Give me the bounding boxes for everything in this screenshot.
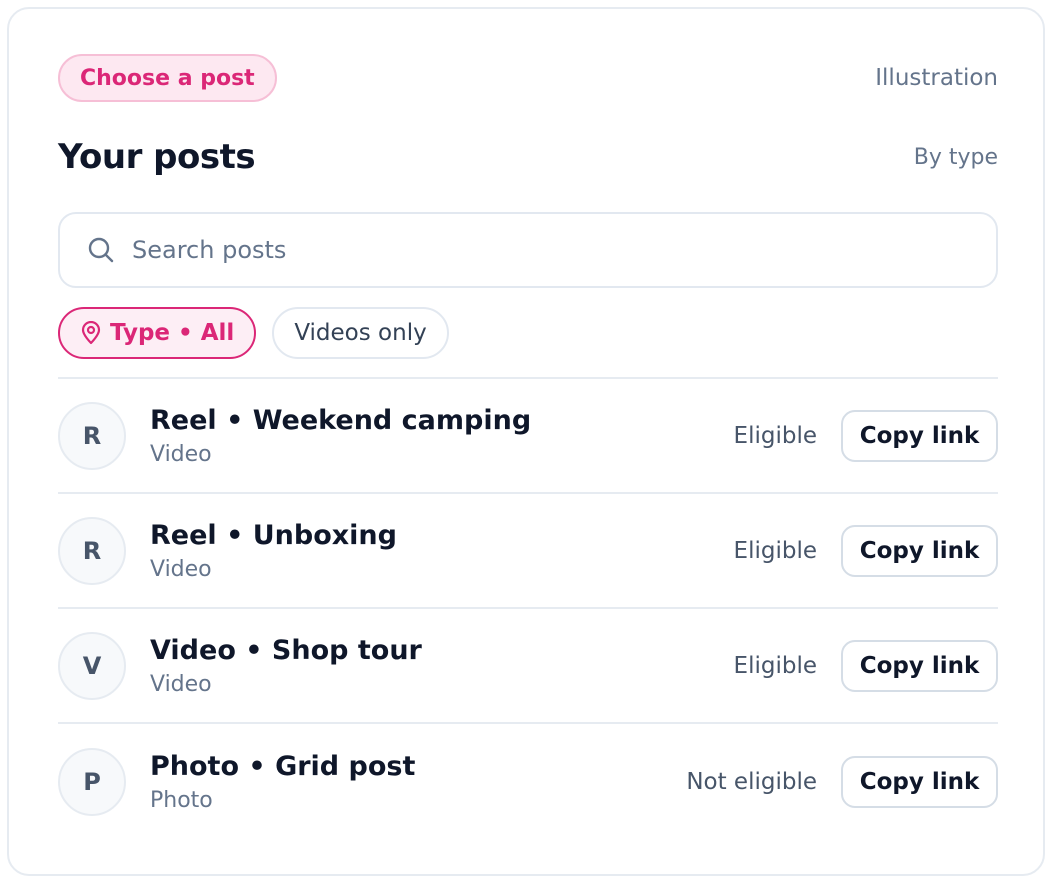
post-title: Reel • Unboxing	[150, 519, 397, 551]
post-list: R Reel • Weekend camping Video Eligible …	[58, 377, 998, 839]
copy-link-button[interactable]: Copy link	[841, 639, 998, 692]
page-title: Your posts	[58, 137, 256, 177]
avatar: R	[58, 516, 126, 585]
pin-icon	[80, 321, 102, 345]
copy-link-button[interactable]: Copy link	[841, 755, 998, 808]
post-type: Video	[150, 671, 212, 697]
post-info: Photo • Grid post Photo	[150, 751, 686, 813]
choose-post-badge: Choose a post	[58, 54, 277, 102]
avatar: R	[58, 401, 126, 470]
avatar: V	[58, 631, 126, 700]
search-box[interactable]	[58, 212, 998, 288]
eligibility-status: Not eligible	[686, 768, 817, 795]
post-type: Video	[150, 556, 212, 582]
post-info: Video • Shop tour Video	[150, 635, 734, 697]
post-title: Video • Shop tour	[150, 634, 422, 666]
filter-chip-label: Videos only	[294, 320, 427, 346]
search-icon	[86, 235, 116, 265]
eligibility-status: Eligible	[733, 422, 817, 449]
eligibility-status: Eligible	[733, 537, 817, 564]
copy-link-button[interactable]: Copy link	[841, 409, 998, 462]
card-header-row: Choose a post Illustration	[58, 53, 998, 103]
filter-chip-videos-only[interactable]: Videos only	[272, 307, 449, 359]
post-info: Reel • Weekend camping Video	[150, 405, 734, 467]
copy-link-button[interactable]: Copy link	[841, 524, 998, 577]
illustration-label: Illustration	[875, 65, 998, 91]
post-picker-card: Choose a post Illustration Your posts By…	[7, 7, 1045, 876]
filter-chip-type-all[interactable]: Type • All	[58, 307, 257, 359]
post-type: Video	[150, 441, 212, 467]
eligibility-status: Eligible	[733, 652, 817, 679]
post-title: Photo • Grid post	[150, 750, 416, 782]
post-row: R Reel • Unboxing Video Eligible Copy li…	[58, 494, 998, 609]
post-info: Reel • Unboxing Video	[150, 520, 734, 582]
search-input[interactable]	[132, 236, 912, 264]
post-row: V Video • Shop tour Video Eligible Copy …	[58, 609, 998, 724]
post-type: Photo	[150, 787, 213, 813]
avatar: P	[58, 747, 126, 816]
post-row: P Photo • Grid post Photo Not eligible C…	[58, 724, 998, 839]
filter-chips: Type • All Videos only	[58, 307, 998, 359]
sort-by-type[interactable]: By type	[914, 145, 998, 170]
card-content: Choose a post Illustration Your posts By…	[58, 53, 998, 839]
filter-chip-label: Type • All	[110, 320, 235, 346]
title-row: Your posts By type	[58, 132, 998, 182]
post-row: R Reel • Weekend camping Video Eligible …	[58, 379, 998, 494]
post-title: Reel • Weekend camping	[150, 404, 532, 436]
